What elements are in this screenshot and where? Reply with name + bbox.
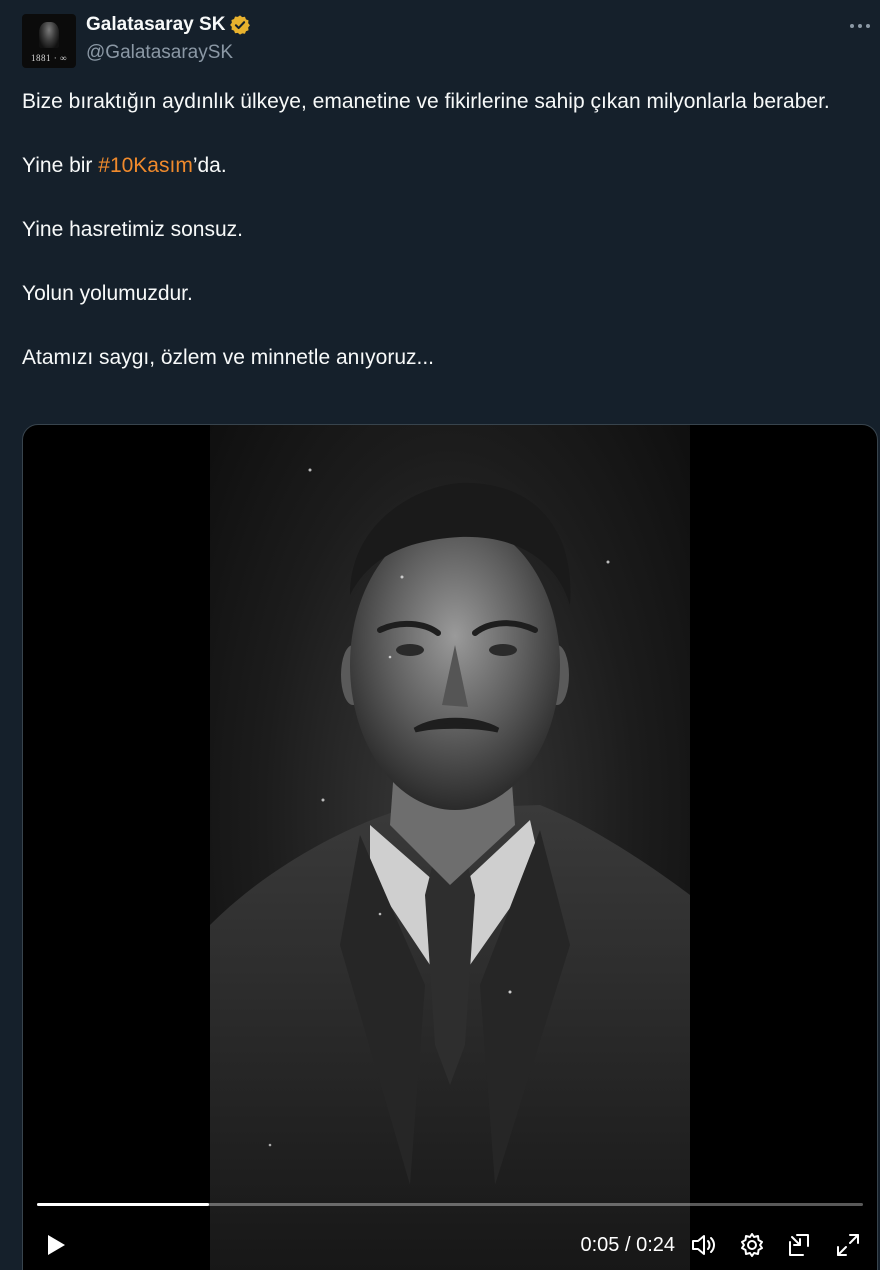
paragraph-2-suffix: ’da. [192,154,227,177]
tweet-paragraph-1: Bize bıraktığın aydınlık ülkeye, emaneti… [22,90,830,113]
avatar[interactable]: 1881 · ∞ [22,14,76,68]
video-controls: 0:05 / 0:24 [23,1223,877,1267]
video-right-controls [689,1230,863,1260]
video-player[interactable]: 0:05 / 0:24 [22,424,878,1270]
paragraph-2-prefix: Yine bir [22,154,99,177]
hashtag-link[interactable]: #10Kasım [98,154,193,177]
author-name-row: Galatasaray SK [86,14,251,36]
video-frame[interactable] [210,425,690,1270]
settings-icon[interactable] [737,1230,767,1260]
tweet: 1881 · ∞ Galatasaray SK @GalatasaraySK B… [0,0,880,1270]
volume-icon[interactable] [689,1230,719,1260]
author-handle[interactable]: @GalatasaraySK [86,42,233,64]
more-icon[interactable] [848,14,872,38]
fullscreen-icon[interactable] [833,1230,863,1260]
video-progress-bar[interactable] [37,1203,863,1206]
tweet-paragraph-2: Yine bir #10Kasım’da. [22,150,852,182]
tweet-text: Bize bıraktığın aydınlık ülkeye, emaneti… [22,86,852,406]
picture-in-picture-icon[interactable] [785,1230,815,1260]
video-portrait-image [210,468,690,1270]
video-time-display: 0:05 / 0:24 [580,1233,675,1256]
author-display-name[interactable]: Galatasaray SK [86,14,225,36]
tweet-paragraph-3: Yine hasretimiz sonsuz. [22,218,243,241]
tweet-paragraph-5: Atamızı saygı, özlem ve minnetle anıyoru… [22,346,435,369]
tweet-paragraph-4: Yolun yolumuzdur. [22,282,193,305]
verified-badge-icon [230,15,251,35]
avatar-years: 1881 · ∞ [31,53,67,63]
video-progress-fill [37,1203,209,1206]
avatar-portrait [39,22,59,48]
play-icon[interactable] [41,1230,71,1260]
